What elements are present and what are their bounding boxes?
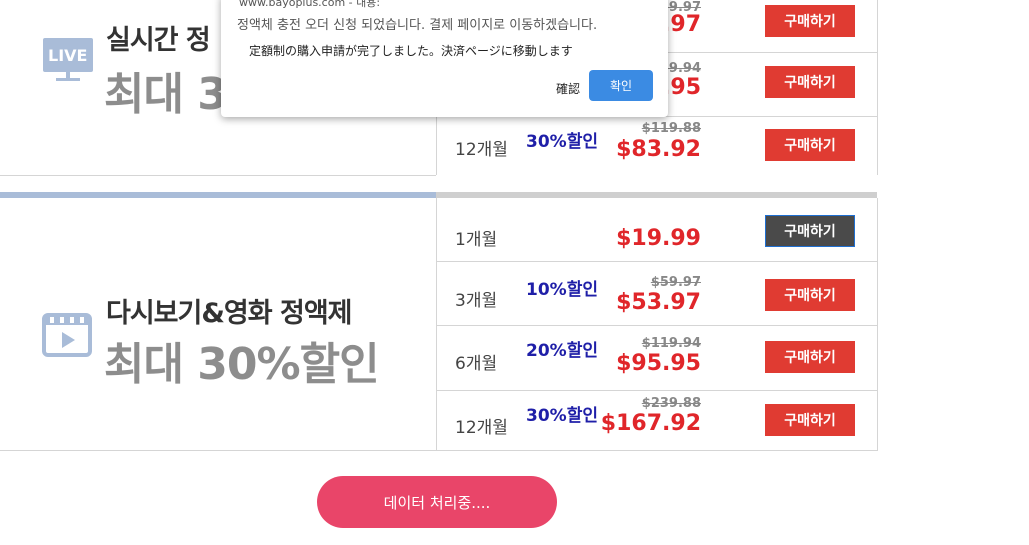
table-row: 12개월 30%할인 $239.88 $167.92 구매하기 (437, 391, 877, 449)
dialog-ok-button[interactable]: 확인 (589, 70, 653, 101)
period-label: 6개월 (455, 354, 498, 374)
dialog-message-ja: 定額制の購入申請が完了しました。決済ページに移動します (249, 44, 573, 58)
buy-button[interactable]: 구매하기 (765, 66, 855, 98)
vod-section-info: 다시보기&영화 정액제 최대 30%할인 (0, 198, 436, 451)
buy-button[interactable]: 구매하기 (765, 5, 855, 37)
live-section-subtitle: 최대 3 (104, 69, 228, 120)
period-label: 1개월 (455, 230, 498, 250)
alert-dialog: www.bayoplus.com - 내용: 정액체 충전 오더 신청 되었습니… (221, 0, 668, 117)
live-icon-text: LIVE (48, 46, 88, 65)
buy-button[interactable]: 구매하기 (765, 341, 855, 373)
video-play-icon (42, 313, 92, 361)
processing-button[interactable]: 데이터 처리중.... (317, 476, 557, 528)
table-row: 3개월 10%할인 $59.97 $53.97 구매하기 (437, 262, 877, 326)
vod-price-table: 1개월 $19.99 구매하기 3개월 10%할인 $59.97 $53.97 … (436, 198, 878, 451)
buy-button[interactable]: 구매하기 (765, 215, 855, 247)
dialog-origin: www.bayoplus.com - 내용: (239, 0, 381, 9)
discount-label: 30%할인 (526, 132, 598, 152)
dialog-message-ko: 정액체 충전 오더 신청 되었습니다. 결제 페이지로 이동하겠습니다. (237, 18, 598, 33)
table-row: 6개월 20%할인 $119.94 $95.95 구매하기 (437, 326, 877, 391)
buy-button[interactable]: 구매하기 (765, 404, 855, 436)
sale-price: $53.97 (616, 290, 701, 315)
discount-label: 20%할인 (526, 341, 598, 361)
buy-button[interactable]: 구매하기 (765, 129, 855, 161)
vod-section-subtitle: 최대 30%할인 (104, 339, 380, 390)
sale-price: $83.92 (616, 137, 701, 162)
sale-price: $95.95 (616, 351, 701, 376)
original-price: $119.94 (641, 336, 701, 351)
table-row: 1개월 $19.99 구매하기 (437, 198, 877, 262)
table-row: 12개월 30%할인 $119.88 $83.92 구매하기 (437, 117, 877, 175)
buy-button[interactable]: 구매하기 (765, 279, 855, 311)
discount-label: 30%할인 (526, 406, 598, 426)
live-tv-icon: LIVE (42, 38, 94, 81)
original-price: $59.97 (650, 275, 701, 290)
period-label: 12개월 (455, 140, 508, 160)
sale-price: $167.92 (600, 411, 701, 436)
vod-section-title: 다시보기&영화 정액제 (106, 298, 353, 329)
dialog-confirm-ja: 確認 (556, 82, 581, 96)
sale-price: $19.99 (616, 226, 701, 251)
period-label: 3개월 (455, 291, 498, 311)
original-price: $239.88 (641, 396, 701, 411)
live-section-title: 실시간 정 (106, 25, 211, 56)
period-label: 12개월 (455, 418, 508, 438)
discount-label: 10%할인 (526, 280, 598, 300)
original-price: $119.88 (641, 121, 701, 136)
